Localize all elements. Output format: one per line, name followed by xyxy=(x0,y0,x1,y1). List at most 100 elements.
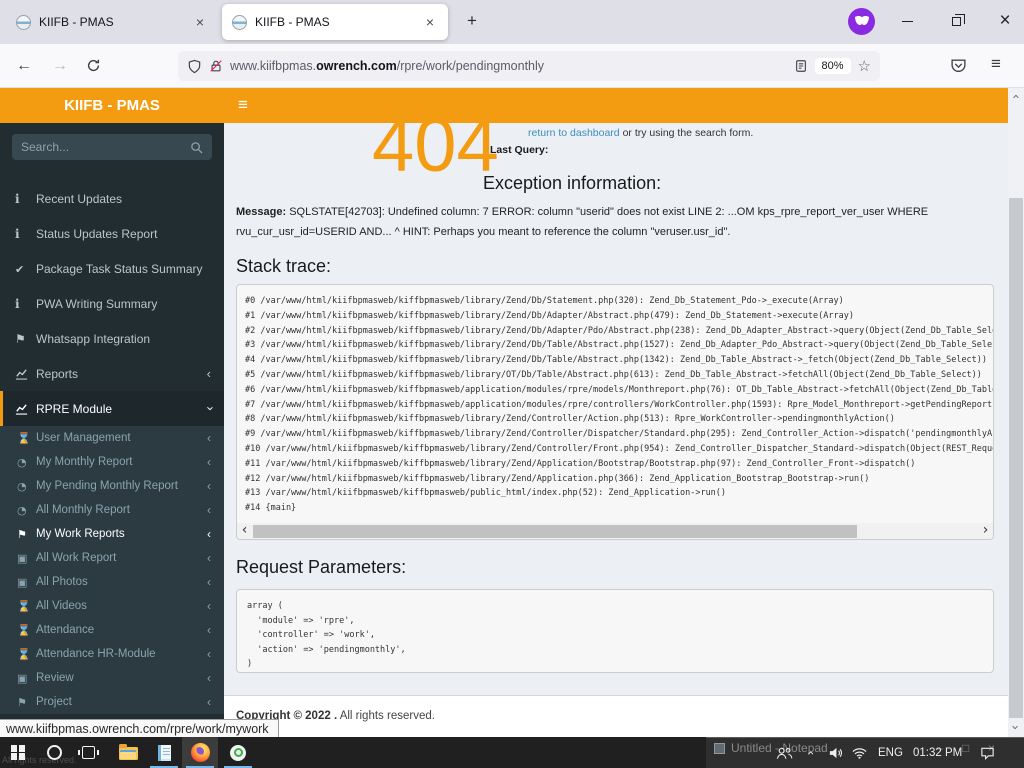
sidebar-item-whatsapp-integration[interactable]: Whatsapp Integration xyxy=(0,321,224,356)
sidebar-item-status-updates-report[interactable]: Status Updates Report xyxy=(0,216,224,251)
chevron-left-icon xyxy=(207,367,211,380)
request-line: 'action' => 'pendingmonthly', xyxy=(247,644,406,655)
stack-trace-box: #0 /var/www/html/kiifbpmasweb/kiffbpmasw… xyxy=(236,284,994,540)
image-icon xyxy=(17,576,36,589)
chevron-left-icon xyxy=(207,456,211,468)
task-view-icon xyxy=(77,746,99,759)
app-taskbar-button[interactable] xyxy=(220,737,256,768)
stack-line: #4 /var/www/html/kiifbpmasweb/kiffbpmasw… xyxy=(245,355,988,366)
page-scrollbar[interactable] xyxy=(1008,88,1024,737)
image-icon xyxy=(17,672,36,685)
zoom-level-button[interactable]: 80% xyxy=(814,58,851,74)
reader-mode-icon[interactable] xyxy=(794,59,808,73)
network-tray-button[interactable] xyxy=(852,737,867,768)
bookmark-star-icon[interactable] xyxy=(858,57,871,75)
sidebar-subitem-review[interactable]: Review xyxy=(0,666,224,690)
chevron-left-icon xyxy=(207,528,211,540)
sidebar-subitem-my-monthly-report[interactable]: My Monthly Report xyxy=(0,450,224,474)
scrollbar-thumb[interactable] xyxy=(253,524,857,538)
chevron-down-icon xyxy=(207,402,211,415)
exception-message: Message: SQLSTATE[42703]: Undefined colu… xyxy=(236,206,929,238)
notepad-taskbar-button[interactable] xyxy=(146,737,182,768)
last-query-label: Last Query: xyxy=(490,144,549,156)
clock[interactable]: 01:32 PM xyxy=(913,737,962,768)
window-restore-button[interactable] xyxy=(941,8,971,34)
sidebar-item-reports[interactable]: Reports xyxy=(0,356,224,391)
forward-button[interactable] xyxy=(49,55,71,77)
stack-line: #5 /var/www/html/kiifbpmasweb/kiffbpmasw… xyxy=(245,369,982,380)
people-tray-button[interactable] xyxy=(776,737,793,768)
browser-tab-2-active[interactable]: KIIFB - PMAS xyxy=(222,4,448,40)
stack-trace-heading: Stack trace: xyxy=(236,256,332,276)
firefox-taskbar-button[interactable] xyxy=(182,737,218,768)
sidebar-menu: Recent Updates Status Updates Report Pac… xyxy=(0,181,224,714)
action-center-button[interactable] xyxy=(980,737,995,768)
chevron-left-icon xyxy=(207,576,211,588)
sidebar-subitem-all-photos[interactable]: All Photos xyxy=(0,570,224,594)
return-to-dashboard-link[interactable]: return to dashboard xyxy=(528,127,620,139)
insecure-lock-icon[interactable] xyxy=(209,59,223,73)
hourglass-icon xyxy=(17,432,36,445)
sidebar-subitem-my-pending-monthly-report[interactable]: My Pending Monthly Report xyxy=(0,474,224,498)
sidebar-subitem-attendance[interactable]: Attendance xyxy=(0,618,224,642)
horizontal-scrollbar[interactable] xyxy=(237,523,993,539)
sidebar-subitem-all-monthly-report[interactable]: All Monthly Report xyxy=(0,498,224,522)
stack-line: #12 /var/www/html/kiifbpmasweb/kiffbpmas… xyxy=(245,473,870,484)
notepad-icon xyxy=(157,744,171,761)
url-bar[interactable]: www.kiifbpmas.owrench.com/rpre/work/pend… xyxy=(178,51,880,81)
private-browsing-badge xyxy=(848,8,875,35)
stack-line: #11 /var/www/html/kiifbpmasweb/kiffbpmas… xyxy=(245,458,916,469)
rpre-module-submenu: User Management My Monthly Report My Pen… xyxy=(0,426,224,714)
scroll-up-arrow-icon[interactable] xyxy=(1008,90,1024,104)
search-icon[interactable] xyxy=(190,141,203,154)
sidebar-item-rpre-module[interactable]: RPRE Module xyxy=(0,391,224,426)
sidebar-item-pwa-writing-summary[interactable]: PWA Writing Summary xyxy=(0,286,224,321)
window-minimize-button[interactable] xyxy=(892,8,922,34)
info-icon xyxy=(15,297,36,311)
gauge-icon xyxy=(17,456,36,469)
tab-close-icon[interactable] xyxy=(422,14,438,30)
scroll-right-arrow-icon[interactable] xyxy=(978,523,993,539)
sidebar-item-package-task-status-summary[interactable]: Package Task Status Summary xyxy=(0,251,224,286)
link-status-tooltip: www.kiifbpmas.owrench.com/rpre/work/mywo… xyxy=(0,719,279,738)
site-favicon xyxy=(16,14,31,30)
sidebar-search[interactable] xyxy=(12,134,212,160)
scroll-left-arrow-icon[interactable] xyxy=(237,523,252,539)
sidebar-subitem-project[interactable]: Project xyxy=(0,690,224,714)
pocket-button[interactable] xyxy=(950,57,967,74)
scroll-down-arrow-icon[interactable] xyxy=(1008,721,1024,735)
stack-line: #6 /var/www/html/kiifbpmasweb/kiffbpmasw… xyxy=(245,384,994,395)
file-explorer-button[interactable] xyxy=(110,737,146,768)
volume-tray-button[interactable] xyxy=(828,737,843,768)
window-close-button[interactable] xyxy=(990,8,1020,34)
reload-button[interactable] xyxy=(86,58,108,80)
request-parameters-heading: Request Parameters: xyxy=(236,557,407,577)
sidebar-subitem-attendance-hr-module[interactable]: Attendance HR-Module xyxy=(0,642,224,666)
show-hidden-icons-button[interactable] xyxy=(808,737,812,768)
chart-icon xyxy=(15,402,36,415)
sidebar-subitem-user-management[interactable]: User Management xyxy=(0,426,224,450)
url-text: www.kiifbpmas.owrench.com/rpre/work/pend… xyxy=(230,59,545,73)
app-brand[interactable]: KIIFB - PMAS xyxy=(0,88,224,123)
stack-line: #8 /var/www/html/kiifbpmasweb/kiffbpmasw… xyxy=(245,414,895,425)
scrollbar-thumb[interactable] xyxy=(1009,198,1023,718)
back-button[interactable] xyxy=(13,55,35,77)
sidebar-subitem-all-videos[interactable]: All Videos xyxy=(0,594,224,618)
new-tab-button[interactable] xyxy=(460,9,484,33)
sidebar-item-recent-updates[interactable]: Recent Updates xyxy=(0,181,224,216)
search-input[interactable] xyxy=(21,140,190,154)
sidebar: Recent Updates Status Updates Report Pac… xyxy=(0,123,224,737)
shield-icon[interactable] xyxy=(187,59,202,74)
sidebar-toggle-icon[interactable] xyxy=(238,95,248,115)
browser-tab-1[interactable]: KIIFB - PMAS xyxy=(8,6,216,38)
sidebar-subitem-my-work-reports[interactable]: My Work Reports xyxy=(0,522,224,546)
language-indicator[interactable]: ENG xyxy=(878,737,903,768)
chart-icon xyxy=(15,367,36,380)
stack-line: #7 /var/www/html/kiifbpmasweb/kiffbpmasw… xyxy=(245,399,994,410)
request-line: 'controller' => 'work', xyxy=(247,630,375,640)
browser-menu-button[interactable] xyxy=(991,54,1001,74)
stack-line: #9 /var/www/html/kiifbpmasweb/kiffbpmasw… xyxy=(245,429,994,440)
sidebar-subitem-all-work-report[interactable]: All Work Report xyxy=(0,546,224,570)
tab-close-icon[interactable] xyxy=(192,14,208,30)
taskbar: All rights reserved. Untitled - Notepad … xyxy=(0,737,1024,768)
